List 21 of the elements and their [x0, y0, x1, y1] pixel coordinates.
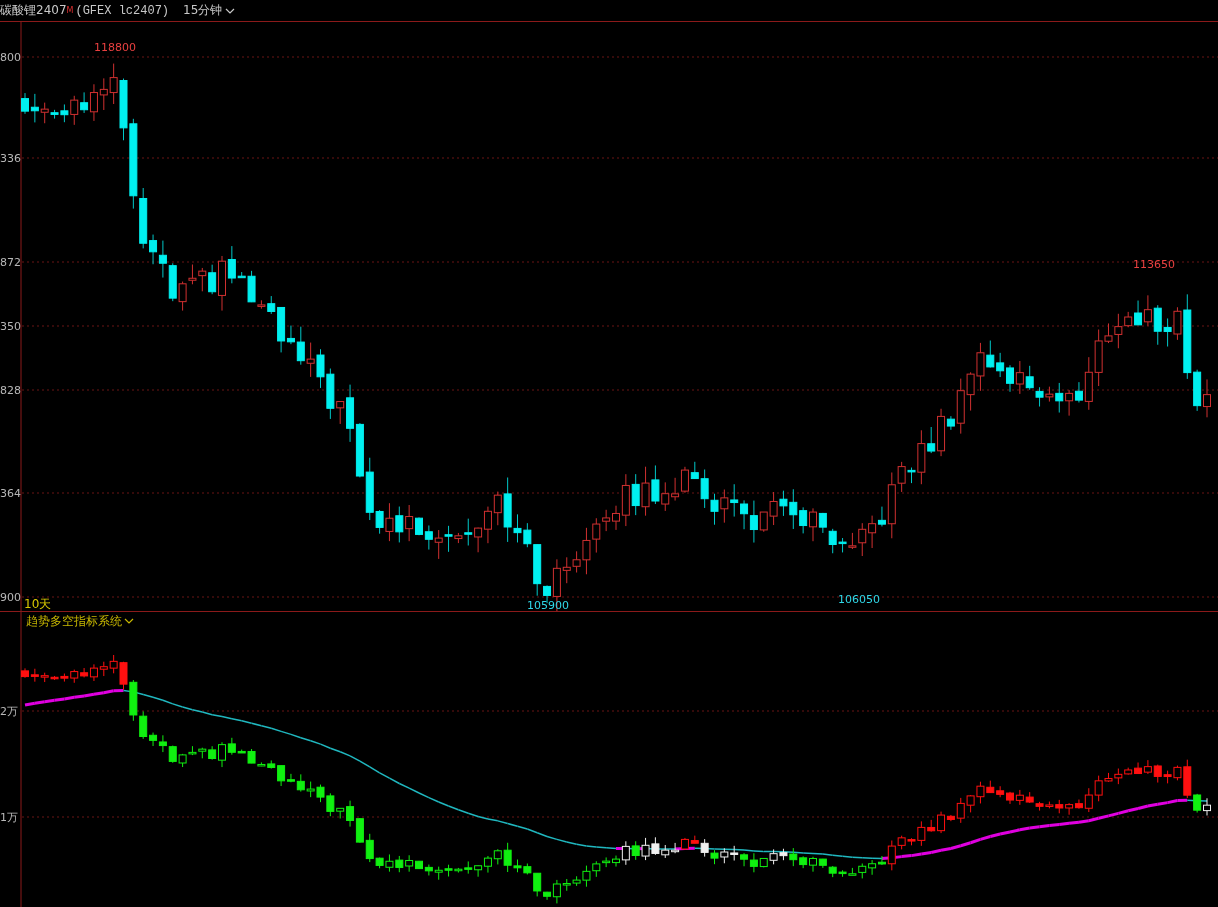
indicator-selector[interactable]: 趋势多空指标系统: [26, 614, 122, 628]
contract-code: (GFEX lc2407): [75, 3, 170, 18]
axis-label: 800: [0, 51, 21, 64]
axis-label: 828: [0, 384, 21, 397]
axis-label: 872: [0, 256, 21, 269]
price-label: 113650: [1133, 258, 1175, 271]
axis-label: 900: [0, 591, 21, 604]
axis-label: 350: [0, 320, 21, 333]
price-label: 106050: [838, 593, 880, 606]
price-label: 105900: [527, 599, 569, 612]
price-label: 118800: [94, 41, 136, 54]
symbol-name: 碳酸锂2407: [0, 2, 67, 19]
axis-label: 364: [0, 487, 21, 500]
axis-label: 2万: [0, 705, 18, 718]
axis-label: 1万: [0, 811, 18, 824]
axis-label: 336: [0, 152, 21, 165]
chevron-icon: [225, 7, 236, 14]
period-label: 10天: [24, 597, 52, 611]
period-selector[interactable]: 15分钟: [183, 2, 236, 19]
market-label: M: [66, 6, 74, 15]
chevron-icon: [124, 618, 134, 624]
